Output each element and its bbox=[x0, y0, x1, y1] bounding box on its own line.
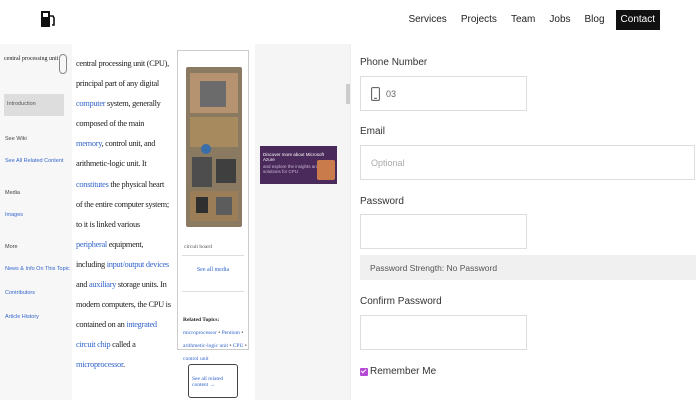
email-input[interactable]: Optional bbox=[360, 145, 695, 180]
confirm-password-input[interactable] bbox=[360, 315, 527, 350]
related-topic-link[interactable]: Pentium bbox=[222, 330, 240, 336]
sidebar-head-see-wiki: See Wiki bbox=[5, 136, 27, 142]
article-media-card: circuit board See all media Related Topi… bbox=[177, 50, 249, 362]
related-topics: Related Topics: microprocessor • Pentium… bbox=[183, 314, 247, 366]
nav-jobs[interactable]: Jobs bbox=[542, 11, 577, 29]
nav-team[interactable]: Team bbox=[504, 11, 542, 29]
password-strength-indicator: Password Strength: No Password bbox=[360, 255, 696, 280]
mobile-phone-icon bbox=[371, 86, 380, 101]
article-link[interactable]: peripheral bbox=[76, 240, 107, 249]
confirm-password-label: Confirm Password bbox=[360, 296, 442, 307]
nav-projects[interactable]: Projects bbox=[454, 11, 504, 29]
article-link[interactable]: computer bbox=[76, 99, 106, 108]
related-topic-link[interactable]: microprocessor bbox=[183, 330, 217, 336]
phone-label: Phone Number bbox=[360, 57, 428, 68]
password-label: Password bbox=[360, 196, 404, 207]
sidebar-item-history[interactable]: Article History bbox=[5, 314, 39, 320]
card-divider bbox=[182, 291, 244, 292]
sidebar-item-related-content[interactable]: See All Related Content bbox=[5, 158, 63, 164]
article-link[interactable]: auxiliary bbox=[89, 280, 116, 289]
password-input[interactable] bbox=[360, 214, 527, 249]
article-sidebar: central processing unit Introduction See… bbox=[0, 44, 72, 400]
related-topic-link[interactable]: control unit bbox=[183, 356, 209, 362]
see-all-media-link[interactable]: See all media bbox=[178, 267, 248, 273]
related-topics-label: Related Topics: bbox=[183, 317, 220, 323]
related-topic-link[interactable]: arithmetic-logic unit bbox=[183, 343, 228, 349]
sidebar-head-more: More bbox=[5, 244, 18, 250]
top-nav: Services Projects Team Jobs Blog Contact bbox=[0, 0, 700, 40]
email-label: Email bbox=[360, 126, 386, 137]
sidebar-item-images[interactable]: Images bbox=[5, 212, 23, 218]
remember-me-row[interactable]: Remember Me bbox=[360, 366, 436, 377]
article-link[interactable]: input/output devices bbox=[107, 260, 169, 269]
circuit-board-image[interactable] bbox=[186, 67, 242, 227]
nav-links: Services Projects Team Jobs Blog Contact bbox=[401, 10, 660, 30]
phone-input[interactable]: 03 bbox=[360, 76, 527, 111]
signup-form: Phone Number 03 Email Optional Password … bbox=[346, 44, 700, 400]
article-link[interactable]: memory bbox=[76, 139, 102, 148]
ad-banner[interactable]: Discover more about Microsoft Azure and … bbox=[260, 146, 337, 184]
article-link[interactable]: microprocessor bbox=[76, 360, 123, 369]
remember-me-label: Remember Me bbox=[370, 366, 437, 377]
ad-image bbox=[317, 160, 335, 180]
nav-contact-button[interactable]: Contact bbox=[615, 10, 660, 30]
image-caption: circuit board bbox=[184, 244, 212, 250]
topic-separator: • bbox=[239, 330, 244, 336]
sidebar-item-contributors[interactable]: Contributors bbox=[5, 290, 35, 296]
ad-column: Discover more about Microsoft Azure and … bbox=[255, 44, 350, 400]
phone-value: 03 bbox=[386, 88, 397, 99]
nav-blog[interactable]: Blog bbox=[578, 11, 612, 29]
article-text-run: . bbox=[122, 360, 125, 370]
article-text-run: and bbox=[76, 280, 89, 290]
topic-separator: • bbox=[243, 343, 247, 349]
fuel-pump-logo-icon[interactable] bbox=[40, 10, 56, 28]
related-topic-link[interactable]: CPU bbox=[233, 343, 244, 349]
article-text-run: central processing unit (CPU), principal… bbox=[76, 59, 169, 89]
sidebar-item-news[interactable]: News & Info On This Topic bbox=[5, 266, 70, 272]
panel-divider-handle[interactable] bbox=[346, 84, 350, 104]
nav-services[interactable]: Services bbox=[401, 11, 453, 29]
sidebar-item-introduction[interactable]: Introduction bbox=[4, 94, 64, 116]
sidebar-head-media: Media bbox=[5, 190, 20, 196]
embedded-article-panel: central processing unit Introduction See… bbox=[0, 44, 350, 400]
search-scroll-icon[interactable] bbox=[59, 54, 67, 74]
article-link[interactable]: constitutes bbox=[76, 180, 109, 189]
remember-me-checkbox[interactable] bbox=[360, 367, 368, 376]
article-text-run: called a bbox=[110, 340, 136, 350]
see-all-related-button[interactable]: See all related content → bbox=[188, 364, 238, 398]
card-divider bbox=[182, 255, 244, 256]
article-body-text: central processing unit (CPU), principal… bbox=[76, 54, 172, 376]
